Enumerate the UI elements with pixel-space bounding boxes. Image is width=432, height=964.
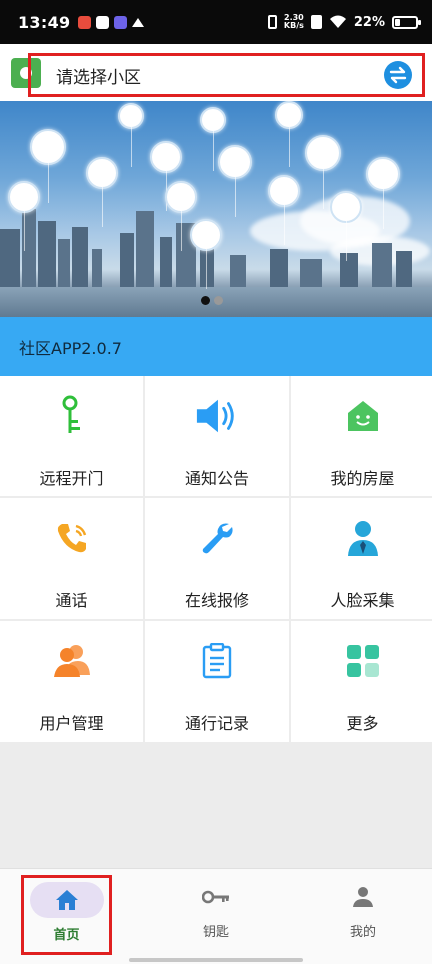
crown-icon <box>132 17 145 27</box>
iot-monitor-icon <box>118 103 144 167</box>
carousel-dot[interactable] <box>214 296 223 305</box>
grid-item-label: 通话 <box>55 591 88 610</box>
grid-item-user-management[interactable]: 用户管理 <box>0 621 143 742</box>
status-time: 13:49 <box>18 12 71 32</box>
battery-icon <box>392 15 421 29</box>
network-speed-unit: KB/s <box>283 21 304 30</box>
iot-bus-icon <box>218 145 252 217</box>
grid-item-face-capture[interactable]: 人脸采集 <box>291 498 432 619</box>
grid-item-label: 在线报修 <box>184 591 249 610</box>
home-icon <box>55 890 78 910</box>
grid-item-notice[interactable]: 通知公告 <box>145 376 289 496</box>
iot-security-icon <box>268 175 300 245</box>
carousel-dots <box>201 296 223 305</box>
battery-percent: 22% <box>353 14 385 30</box>
iot-device-icon <box>86 157 118 227</box>
grid-item-call[interactable]: 通话 <box>0 498 143 619</box>
grid-item-label: 用户管理 <box>39 714 104 733</box>
grid-item-repair[interactable]: 在线报修 <box>145 498 289 619</box>
version-bar: 社区APP2.0.7 <box>0 317 432 376</box>
tab-mine[interactable]: 我的 <box>313 875 413 961</box>
tab-pill <box>326 879 400 915</box>
tab-keys[interactable]: 钥匙 <box>166 875 266 961</box>
iot-device-icon <box>305 135 341 209</box>
home-indicator[interactable] <box>129 958 303 962</box>
iot-car-icon <box>190 219 222 289</box>
vibrate-icon <box>267 15 277 29</box>
bottom-tab-bar: 首页 钥匙 我的 <box>0 868 432 964</box>
carousel-dot[interactable] <box>201 296 210 305</box>
feature-grid: 远程开门 通知公告 我的房屋 通话 在线报修 人脸采集 用户管理 通行记录 更多 <box>0 376 432 742</box>
person-icon <box>353 887 373 907</box>
tab-pill <box>179 879 253 915</box>
users-icon <box>50 639 94 683</box>
wifi-icon <box>329 15 346 28</box>
grid-item-access-record[interactable]: 通行记录 <box>145 621 289 742</box>
banner-carousel[interactable] <box>0 101 432 317</box>
grid-item-label: 通知公告 <box>184 469 249 488</box>
community-selector-label: 请选择小区 <box>56 67 141 88</box>
sim-off-icon <box>310 15 322 29</box>
app-version-label: 社区APP2.0.7 <box>19 338 122 358</box>
grid-item-label: 更多 <box>346 714 379 733</box>
notification-icons <box>78 15 145 29</box>
grid-item-label: 我的房屋 <box>330 469 395 488</box>
iot-building-icon <box>8 181 40 251</box>
grid-item-remote-unlock[interactable]: 远程开门 <box>0 376 143 496</box>
network-speed: 2.30 KB/s <box>284 14 304 30</box>
iot-home-icon <box>150 141 182 211</box>
app-notification-icon <box>96 15 110 29</box>
key-icon <box>202 890 229 904</box>
iot-monitor-icon <box>200 107 226 171</box>
phone-icon <box>50 516 94 560</box>
status-right: 2.30 KB/s 22% <box>267 14 421 30</box>
grid-item-label: 人脸采集 <box>330 591 395 610</box>
tab-home[interactable]: 首页 <box>21 875 112 955</box>
house-icon <box>341 394 385 438</box>
tab-home-indicator <box>29 882 104 918</box>
iot-phone-icon <box>366 157 400 229</box>
tab-label: 我的 <box>349 925 376 940</box>
grid-item-more[interactable]: 更多 <box>291 621 432 742</box>
header: 请选择小区 <box>0 44 432 101</box>
grid-item-my-house[interactable]: 我的房屋 <box>291 376 432 496</box>
grid-item-label: 通行记录 <box>184 714 249 733</box>
iot-camera-icon <box>330 191 362 261</box>
community-selector[interactable]: 请选择小区 <box>28 53 425 97</box>
status-bar: 13:49 2.30 KB/s 22% <box>0 0 432 44</box>
app-notification-icon <box>78 15 92 29</box>
wrench-icon <box>195 516 239 560</box>
clipboard-icon <box>195 639 239 683</box>
person-icon <box>341 516 385 560</box>
tab-label: 钥匙 <box>202 925 229 940</box>
apps-grid-icon <box>341 639 385 683</box>
iot-camera-icon <box>30 129 66 203</box>
app-notification-icon <box>114 15 128 29</box>
swap-arrows-icon[interactable] <box>384 61 412 89</box>
tab-label: 首页 <box>53 928 80 943</box>
grid-item-label: 远程开门 <box>39 469 104 488</box>
key-icon <box>50 394 94 438</box>
iot-sensor-icon <box>165 181 197 251</box>
iot-chart-icon <box>275 101 303 167</box>
speaker-icon <box>195 394 239 438</box>
